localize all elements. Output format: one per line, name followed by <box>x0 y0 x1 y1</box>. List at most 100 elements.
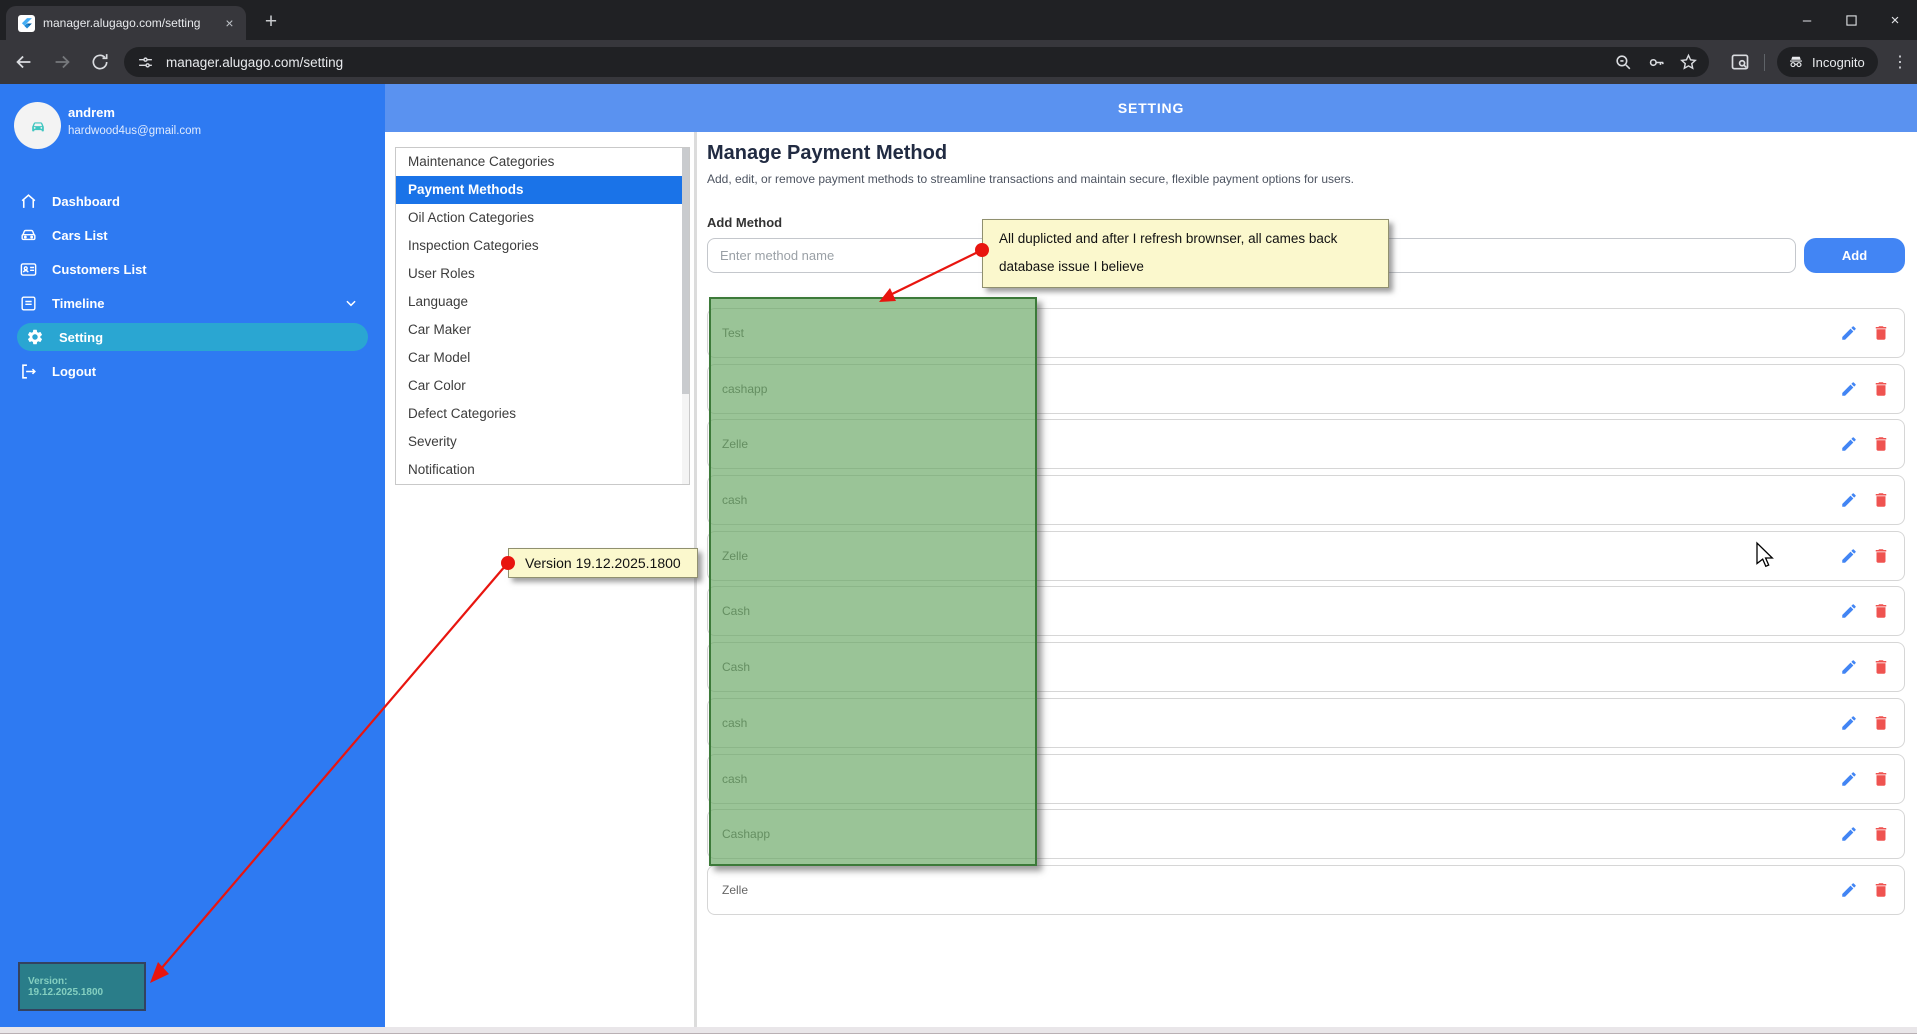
new-tab-button[interactable]: + <box>256 8 286 36</box>
sidebar-item-label: Customers List <box>52 262 147 277</box>
incognito-glasses-icon <box>1787 53 1805 71</box>
delete-trash-icon[interactable] <box>1872 714 1890 732</box>
avatar <box>14 102 61 149</box>
sidebar-item-dashboard[interactable]: Dashboard <box>0 184 385 218</box>
delete-trash-icon[interactable] <box>1872 324 1890 342</box>
delete-trash-icon[interactable] <box>1872 491 1890 509</box>
delete-trash-icon[interactable] <box>1872 825 1890 843</box>
address-bar[interactable]: manager.alugago.com/setting <box>124 47 1709 77</box>
edit-pencil-icon[interactable] <box>1840 380 1858 398</box>
settings-category-item[interactable]: Notification <box>396 456 689 484</box>
menu-kebab-icon[interactable]: ⋮ <box>1888 49 1912 75</box>
settings-category-item[interactable]: Payment Methods <box>396 176 689 204</box>
sidebar-item-logout[interactable]: Logout <box>0 354 385 388</box>
sidebar-item-customers-list[interactable]: Customers List <box>0 252 385 286</box>
delete-trash-icon[interactable] <box>1872 881 1890 899</box>
annotation-note-line1: All duplicted and after I refresh browns… <box>999 231 1372 246</box>
categories-scrollbar-thumb[interactable] <box>682 148 689 394</box>
tab-close-icon[interactable]: × <box>221 15 238 32</box>
settings-category-item[interactable]: Severity <box>396 428 689 456</box>
password-key-icon[interactable] <box>1645 51 1667 73</box>
home-icon <box>18 191 38 211</box>
forward-icon[interactable] <box>50 50 74 74</box>
incognito-badge: Incognito <box>1777 47 1878 77</box>
sidebar-nav: Dashboard Cars List Customers List <box>0 184 385 388</box>
sidebar-item-label: Dashboard <box>52 194 120 209</box>
back-icon[interactable] <box>12 50 36 74</box>
timeline-doc-icon <box>18 293 38 313</box>
zoom-icon[interactable] <box>1612 51 1634 73</box>
page-bottom-edge <box>0 1027 1917 1034</box>
delete-trash-icon[interactable] <box>1872 602 1890 620</box>
settings-category-item[interactable]: Inspection Categories <box>396 232 689 260</box>
edit-pencil-icon[interactable] <box>1840 491 1858 509</box>
settings-categories-panel: Maintenance Categories Payment Methods O… <box>395 147 690 485</box>
settings-category-item[interactable]: Car Color <box>396 372 689 400</box>
edit-pencil-icon[interactable] <box>1840 324 1858 342</box>
customers-card-icon <box>18 259 38 279</box>
payment-method-row: Zelle <box>707 865 1905 915</box>
annotation-green-highlight <box>709 297 1037 866</box>
delete-trash-icon[interactable] <box>1872 380 1890 398</box>
car-icon <box>18 225 38 245</box>
edit-pencil-icon[interactable] <box>1840 881 1858 899</box>
payment-method-name: Zelle <box>722 883 748 897</box>
browser-window: manager.alugago.com/setting × + – × mana… <box>0 0 1917 1034</box>
edit-pencil-icon[interactable] <box>1840 435 1858 453</box>
delete-trash-icon[interactable] <box>1872 435 1890 453</box>
chevron-down-icon[interactable] <box>341 293 361 313</box>
sidebar-item-label: Cars List <box>52 228 108 243</box>
browser-tab[interactable]: manager.alugago.com/setting × <box>6 6 246 40</box>
edit-pencil-icon[interactable] <box>1840 825 1858 843</box>
edit-pencil-icon[interactable] <box>1840 770 1858 788</box>
delete-trash-icon[interactable] <box>1872 658 1890 676</box>
panel-divider <box>694 132 697 1027</box>
annotation-note-duplicates: All duplicted and after I refresh browns… <box>982 219 1389 288</box>
user-email: hardwood4us@gmail.com <box>68 125 201 137</box>
reload-icon[interactable] <box>88 50 112 74</box>
gear-icon <box>25 327 45 347</box>
minimize-icon[interactable]: – <box>1785 0 1829 40</box>
delete-trash-icon[interactable] <box>1872 547 1890 565</box>
delete-trash-icon[interactable] <box>1872 770 1890 788</box>
sidebar-item-timeline[interactable]: Timeline <box>0 286 385 320</box>
sidebar-item-label: Setting <box>59 330 103 345</box>
app-version-badge: Version: 19.12.2025.1800 <box>18 962 146 1011</box>
edit-pencil-icon[interactable] <box>1840 602 1858 620</box>
site-favicon-icon <box>18 15 35 32</box>
sidebar: andrem hardwood4us@gmail.com Dashboard C… <box>0 84 385 1027</box>
window-controls: – × <box>1785 0 1917 40</box>
categories-scrollbar[interactable] <box>682 148 689 484</box>
page-header-title: SETTING <box>1118 100 1184 116</box>
section-subtitle: Add, edit, or remove payment methods to … <box>707 172 1905 186</box>
toolbar-divider <box>1764 54 1765 71</box>
settings-category-item[interactable]: Language <box>396 288 689 316</box>
logout-icon <box>18 361 38 381</box>
settings-category-item[interactable]: Car Model <box>396 344 689 372</box>
edit-pencil-icon[interactable] <box>1840 547 1858 565</box>
side-panel-search-icon[interactable] <box>1729 51 1751 73</box>
annotation-note-version: Version 19.12.2025.1800 <box>508 548 698 578</box>
page-header: SETTING <box>385 84 1917 132</box>
sidebar-item-setting[interactable]: Setting <box>17 323 368 351</box>
sidebar-item-label: Timeline <box>52 296 105 311</box>
settings-category-item[interactable]: Defect Categories <box>396 400 689 428</box>
site-settings-tune-icon[interactable] <box>137 54 154 71</box>
add-button[interactable]: Add <box>1804 238 1905 273</box>
user-name: andrem <box>68 105 115 120</box>
annotation-note-line2: database issue I believe <box>999 259 1372 274</box>
settings-category-item[interactable]: User Roles <box>396 260 689 288</box>
url-text: manager.alugago.com/setting <box>166 55 343 70</box>
bookmark-star-icon[interactable] <box>1677 51 1699 73</box>
settings-category-item[interactable]: Car Maker <box>396 316 689 344</box>
edit-pencil-icon[interactable] <box>1840 658 1858 676</box>
tab-strip: manager.alugago.com/setting × + – × <box>0 0 1917 40</box>
settings-category-item[interactable]: Maintenance Categories <box>396 148 689 176</box>
edit-pencil-icon[interactable] <box>1840 714 1858 732</box>
maximize-icon[interactable] <box>1829 0 1873 40</box>
sidebar-item-cars-list[interactable]: Cars List <box>0 218 385 252</box>
incognito-label: Incognito <box>1812 55 1865 70</box>
sidebar-item-label: Logout <box>52 364 96 379</box>
close-icon[interactable]: × <box>1873 0 1917 40</box>
settings-category-item[interactable]: Oil Action Categories <box>396 204 689 232</box>
